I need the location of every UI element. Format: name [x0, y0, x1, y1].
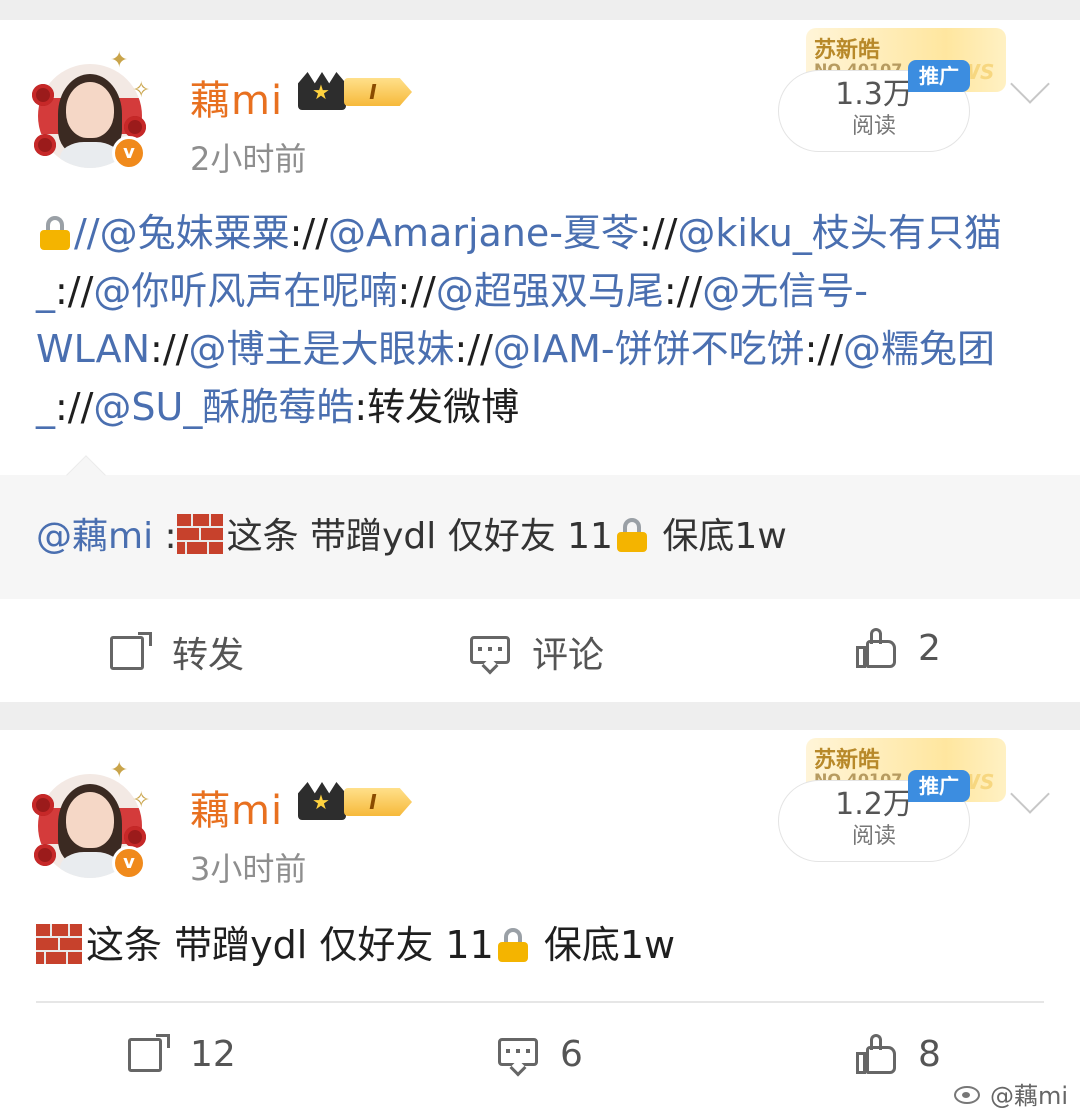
post-card[interactable]: ✦ ✧ v 藕mi ★ I 3小时前 苏新皓 NO.40107 WS 1.2万 … — [0, 730, 1080, 1119]
level-badge: I — [344, 788, 412, 816]
comment-button[interactable]: 6 — [496, 1032, 583, 1077]
chevron-down-icon[interactable] — [1010, 64, 1050, 104]
repost-label: 转发 — [172, 635, 245, 676]
verified-v-icon: v — [112, 136, 146, 170]
mention-link[interactable]: @藕mi — [36, 516, 153, 557]
divider — [36, 1001, 1044, 1003]
quoted-post-text: @藕mi : 这条 带蹭ydl 仅好友 11 保底1w — [36, 514, 787, 557]
like-button[interactable]: 8 — [854, 1032, 941, 1076]
level-badge: I — [344, 78, 412, 106]
mention-link[interactable]: //@兔妹粟粟 — [74, 211, 290, 255]
repost-count: 12 — [190, 1033, 236, 1075]
like-count: 8 — [918, 1033, 941, 1075]
avatar[interactable]: ✦ ✧ v — [30, 50, 150, 174]
repost-button[interactable]: 12 — [126, 1032, 236, 1076]
lock-emoji — [616, 518, 647, 552]
comment-icon — [496, 1032, 542, 1077]
post-body: //@兔妹粟粟://@Amarjane-夏苓://@kiku_枝头有只猫_://… — [36, 211, 1002, 429]
mention-link[interactable]: @你听风声在呢喃 — [93, 269, 397, 313]
chevron-down-icon[interactable] — [1010, 774, 1050, 814]
comment-count: 6 — [560, 1033, 583, 1075]
lock-emoji — [497, 928, 528, 962]
mention-link[interactable]: @IAM-饼饼不吃饼 — [493, 327, 805, 371]
watermark: @藕mi — [953, 1076, 1068, 1111]
like-button[interactable]: 2 — [854, 626, 941, 670]
username[interactable]: 藕mi — [190, 778, 283, 836]
repost-button[interactable]: 转发 — [108, 626, 244, 678]
repost-icon — [126, 1032, 172, 1076]
post-time: 2小时前 — [190, 140, 307, 178]
post-card[interactable]: ✦ ✧ v 藕mi ★ I 2小时前 苏新皓 NO.40107 WS 1.3万 … — [0, 20, 1080, 702]
mention-link[interactable]: @Amarjane-夏苓 — [328, 211, 639, 255]
read-label: 阅读 — [851, 824, 896, 849]
verified-v-icon: v — [112, 846, 146, 880]
like-count: 2 — [918, 627, 941, 669]
read-label: 阅读 — [851, 114, 896, 139]
crown-icon[interactable]: ★ I — [298, 72, 416, 110]
weibo-logo-icon — [953, 1082, 984, 1106]
comment-icon — [468, 630, 514, 675]
like-icon — [854, 1032, 900, 1076]
promo-tag: 推广 — [908, 60, 970, 92]
comment-button[interactable]: 评论 — [468, 626, 604, 678]
like-icon — [854, 626, 900, 670]
comment-label: 评论 — [532, 635, 605, 676]
avatar[interactable]: ✦ ✧ v — [30, 760, 150, 884]
repost-icon — [108, 630, 154, 674]
post-time: 3小时前 — [190, 850, 307, 888]
lock-emoji — [40, 216, 70, 250]
brick-emoji — [176, 514, 223, 554]
mention-link[interactable]: @博主是大眼妹 — [188, 327, 454, 371]
mention-link[interactable]: @SU_酥脆莓皓 — [93, 385, 354, 429]
crown-icon[interactable]: ★ I — [298, 782, 416, 820]
brick-emoji — [36, 924, 82, 964]
username[interactable]: 藕mi — [190, 68, 283, 126]
mention-link[interactable]: @超强双马尾 — [436, 269, 664, 313]
post-body: 这条 带蹭ydl 仅好友 11 保底1w — [36, 916, 675, 974]
promo-tag: 推广 — [908, 770, 970, 802]
